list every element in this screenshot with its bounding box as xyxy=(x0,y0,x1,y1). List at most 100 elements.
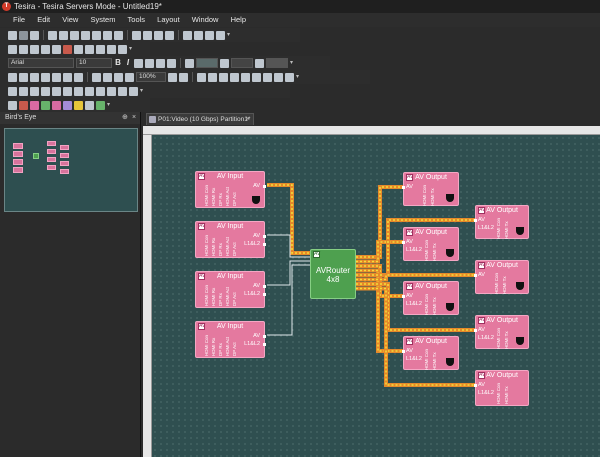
save-icon[interactable] xyxy=(30,30,39,40)
wire-input-4-to-router[interactable] xyxy=(267,264,310,336)
close-icon[interactable]: × xyxy=(246,114,250,125)
chevron-down-icon[interactable]: ▾ xyxy=(107,101,112,110)
av-output-block-8[interactable]: AV AV Output AV L1&L2 HDMI Con HDMI Tx xyxy=(474,370,529,406)
same-width-icon[interactable] xyxy=(241,72,250,82)
same-size-icon[interactable] xyxy=(230,72,239,82)
output-l1l2-port[interactable] xyxy=(263,243,266,246)
layers-icon[interactable] xyxy=(74,72,83,82)
close-icon[interactable]: × xyxy=(132,112,136,124)
tab-partition1[interactable]: P01:Video (10 Gbps) Partition1* × xyxy=(146,113,254,125)
network-map-icon[interactable] xyxy=(30,44,39,54)
select-arrow-icon[interactable] xyxy=(8,100,17,110)
birds-eye-minimap[interactable] xyxy=(4,128,138,212)
snap-grid-icon[interactable] xyxy=(168,72,177,82)
pink-tool-icon[interactable] xyxy=(30,100,39,110)
distribute-icon[interactable] xyxy=(19,72,28,82)
chart-icon[interactable] xyxy=(52,44,61,54)
wire-input-1-to-router[interactable] xyxy=(267,183,310,255)
new-file-icon[interactable] xyxy=(8,30,17,40)
design-canvas[interactable]: AV AV Input HDMI Con HDMI Rx DP Rx HDMI … xyxy=(152,135,600,457)
zoom-in-icon[interactable] xyxy=(92,72,101,82)
green-tool-icon[interactable] xyxy=(41,100,50,110)
av-output-block-3[interactable]: AV AV Output AV L1&L2 HDMI Con HDMI Tx xyxy=(402,281,459,315)
open-folder-icon[interactable] xyxy=(19,30,28,40)
help-icon[interactable] xyxy=(216,30,225,40)
chevron-down-icon[interactable]: ▾ xyxy=(129,45,134,54)
ellipse-tool-icon[interactable] xyxy=(63,86,72,96)
send-config-icon[interactable] xyxy=(81,30,90,40)
output-l1l2-port[interactable] xyxy=(263,293,266,296)
label-tool-icon[interactable] xyxy=(129,86,138,96)
copy-icon[interactable] xyxy=(143,30,152,40)
properties-icon[interactable] xyxy=(59,30,68,40)
report-icon[interactable] xyxy=(74,44,83,54)
magenta-tool-icon[interactable] xyxy=(52,100,61,110)
ungroup-icon[interactable] xyxy=(41,72,50,82)
cut-icon[interactable] xyxy=(132,30,141,40)
output-av-port[interactable] xyxy=(263,335,266,338)
text-tool-icon[interactable] xyxy=(30,86,39,96)
menu-view[interactable]: View xyxy=(59,13,81,27)
align-center-icon[interactable] xyxy=(145,58,154,68)
monitor-icon[interactable] xyxy=(8,44,17,54)
output-av-port[interactable] xyxy=(263,235,266,238)
line-color-icon[interactable] xyxy=(255,58,264,68)
input-av-port[interactable] xyxy=(402,186,405,189)
lock-icon[interactable] xyxy=(285,72,294,82)
purple-tool-icon[interactable] xyxy=(63,100,72,110)
chevron-down-icon[interactable]: ▾ xyxy=(227,31,232,40)
server-icon[interactable] xyxy=(41,44,50,54)
output-av-port[interactable] xyxy=(263,185,266,188)
menu-system[interactable]: System xyxy=(87,13,118,27)
output-l1l2-port[interactable] xyxy=(263,343,266,346)
same-height-icon[interactable] xyxy=(252,72,261,82)
av-output-block-2[interactable]: AV AV Output AV L1&L2 HDMI Con HDMI Tx xyxy=(402,227,459,261)
input-av-port[interactable] xyxy=(402,241,405,244)
line-style-select[interactable] xyxy=(266,58,288,68)
bold-button[interactable]: B xyxy=(114,58,122,68)
menu-help[interactable]: Help xyxy=(228,13,249,27)
av-output-block-7[interactable]: AV AV Output AV L1&L2 HDMI Con HDMI Tx xyxy=(474,315,529,349)
line-tool-icon[interactable] xyxy=(41,86,50,96)
bring-front-icon[interactable] xyxy=(52,72,61,82)
send-back-icon[interactable] xyxy=(63,72,72,82)
zoom-fit-icon[interactable] xyxy=(114,72,123,82)
flip-icon[interactable] xyxy=(274,72,283,82)
italic-button[interactable]: I xyxy=(124,58,132,68)
image-icon[interactable] xyxy=(107,44,116,54)
zoom-level-select[interactable]: 100% xyxy=(136,72,166,82)
output-av-port[interactable] xyxy=(263,285,266,288)
align-left-icon[interactable] xyxy=(134,58,143,68)
pin-icon[interactable]: ⊕ xyxy=(122,112,128,124)
chevron-down-icon[interactable]: ▾ xyxy=(290,59,295,68)
menu-window[interactable]: Window xyxy=(189,13,222,27)
justify-icon[interactable] xyxy=(167,58,176,68)
wrench-icon[interactable] xyxy=(85,44,94,54)
menu-file[interactable]: File xyxy=(10,13,28,27)
sun-icon[interactable] xyxy=(74,100,83,110)
stamp-icon[interactable] xyxy=(96,100,105,110)
chevron-down-icon[interactable]: ▾ xyxy=(140,87,145,96)
curve-tool-icon[interactable] xyxy=(96,86,105,96)
input-av-port[interactable] xyxy=(474,274,477,277)
menu-layout[interactable]: Layout xyxy=(154,13,183,27)
fill-color-swatch[interactable] xyxy=(196,58,218,68)
av-router-block[interactable]: AV AVRouter 4x8 xyxy=(310,249,356,299)
wire-tool-icon[interactable] xyxy=(85,86,94,96)
red-tool-icon[interactable] xyxy=(19,100,28,110)
fill-color-icon[interactable] xyxy=(185,58,194,68)
show-grid-icon[interactable] xyxy=(179,72,188,82)
group-icon[interactable] xyxy=(30,72,39,82)
alert-icon[interactable] xyxy=(63,44,72,54)
rectangle-tool-icon[interactable] xyxy=(52,86,61,96)
av-output-block-4[interactable]: AV AV Output AV L1&L2 HDMI Con HDMI Tx xyxy=(402,336,459,370)
av-output-block-1[interactable]: AV AV Output AV HDMI Con HDMI Tx xyxy=(402,172,459,206)
pointer-icon[interactable] xyxy=(8,86,17,96)
delete-icon[interactable] xyxy=(165,30,174,40)
av-output-block-5[interactable]: AV AV Output AV L1&L2 HDMI Con HDMI Tx xyxy=(474,205,529,239)
hand-icon[interactable] xyxy=(19,86,28,96)
av-input-block-2[interactable]: AV AV Input HDMI Con HDMI Rx DP Rx HDMI … xyxy=(195,221,266,258)
font-color-swatch[interactable] xyxy=(231,58,253,68)
rotate-icon[interactable] xyxy=(263,72,272,82)
input-av-port[interactable] xyxy=(474,329,477,332)
